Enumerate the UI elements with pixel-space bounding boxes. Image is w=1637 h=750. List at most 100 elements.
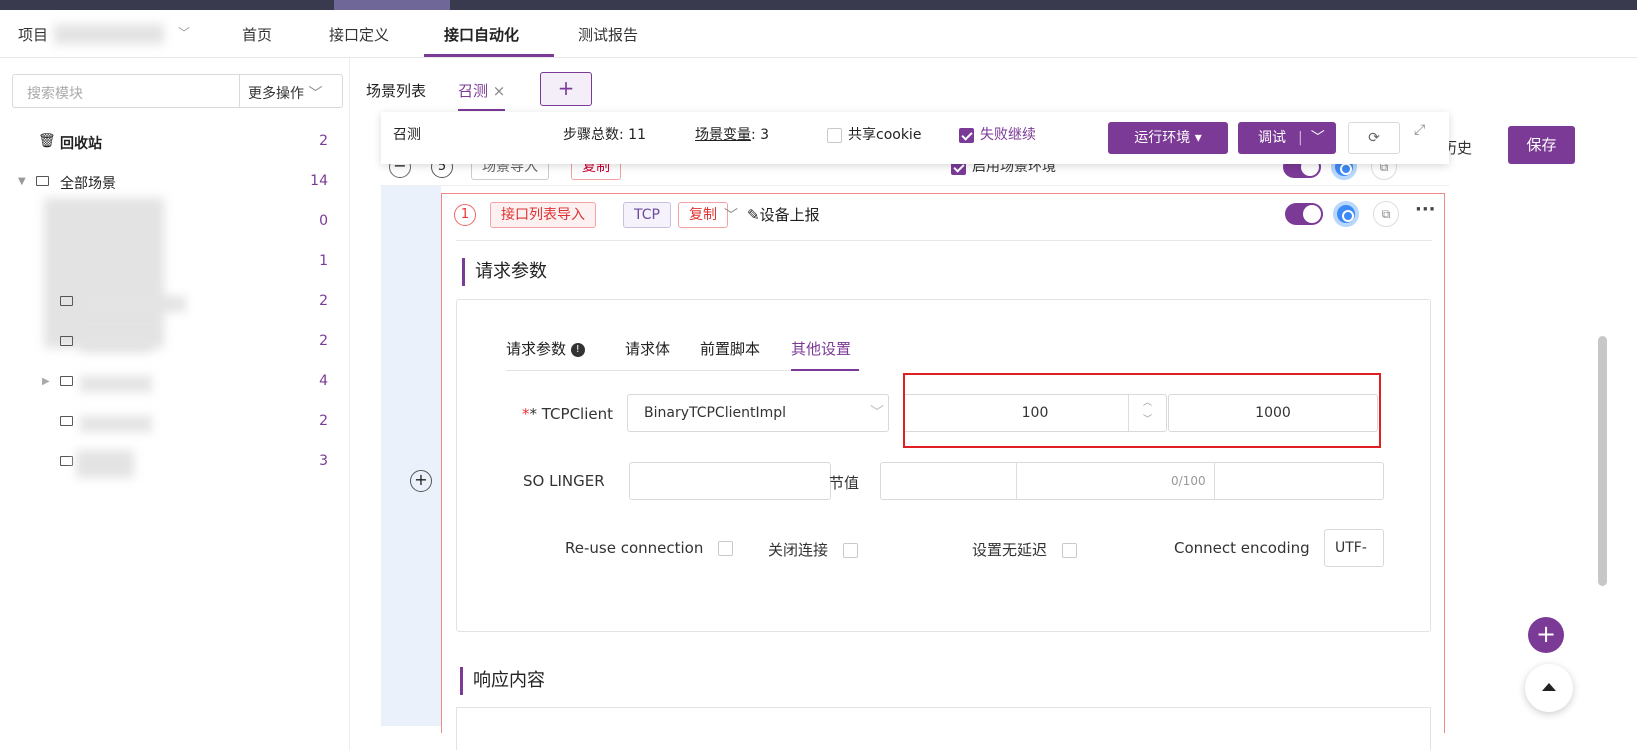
all-scenarios-label: 全部场景 [60,176,116,192]
step-name[interactable]: ✎设备上报 [747,204,820,225]
search-module-input[interactable]: 搜索模块 [12,74,240,108]
steps-total: 步骤总数: 11 [563,127,646,143]
tree-item[interactable]: 2 [0,328,350,358]
chevron-down-icon: ﹀ [308,86,323,102]
tcpclient-select[interactable]: BinaryTCPClientImpl ﹀ [627,394,889,432]
step-tag-copy: 复制 [678,202,728,228]
divider [456,240,1432,241]
nav-api-definition[interactable]: 接口定义 [329,24,389,45]
tree-item-count: 0 [319,213,328,229]
info-icon: ! [570,342,585,357]
scroll-top-button[interactable] [1525,664,1573,712]
save-button[interactable]: 保存 [1508,126,1575,164]
folder-icon [60,333,77,349]
tab-pre-script[interactable]: 前置脚本 [700,338,760,359]
response-panel [456,707,1431,750]
chevron-down-icon[interactable]: ﹀ [1311,130,1325,146]
folder-icon [60,413,77,429]
tree-item[interactable]: 2 [0,408,350,438]
copy-icon[interactable]: ⧉ [1373,201,1399,227]
close-icon[interactable]: × [493,82,506,100]
run-step-icon[interactable] [1333,201,1359,227]
response-title: 响应内容 [460,667,545,695]
tab-request-params[interactable]: 请求参数 ! [506,338,585,359]
tab-label: 请求参数 [506,340,567,358]
more-actions-label: 更多操作 [248,86,304,102]
scenario-header-card: 召测 步骤总数: 11 场景变量: 3 共享cookie 失败继续 运行环境 ▾… [381,112,1449,164]
module-sidebar: 搜索模块 更多操作 ﹀ 🗑 回收站 2 ▼ 全部场景 14 0 1 2 2 ▶ … [0,58,350,750]
tree-item[interactable]: 0 [0,208,350,238]
so-linger-label: SO LINGER [523,472,605,490]
reuse-connection-checkbox[interactable]: Re-use connection [565,539,739,557]
chevron-down-icon[interactable]: ﹀ [178,24,190,41]
refresh-button[interactable]: ⟳ [1348,122,1400,154]
step-tag-import: 接口列表导入 [490,202,596,228]
top-nav: 项目 ﹀ 首页 接口定义 接口自动化 测试报告 [0,10,1637,58]
tree-item-count: 2 [319,293,328,309]
close-connection-checkbox[interactable]: 关闭连接 [768,539,864,560]
trash-icon: 🗑 [38,133,56,149]
caret-right-icon[interactable]: ▶ [42,376,50,387]
tree-item-count: 4 [319,373,328,389]
end-char-input[interactable]: 0/100 [880,462,1384,500]
run-env-button[interactable]: 运行环境 ▾ [1108,122,1228,154]
close-conn-label: 关闭连接 [768,541,829,559]
scenario-vars-count: : 3 [751,127,770,143]
so-linger-input[interactable] [629,462,831,500]
nav-test-report[interactable]: 测试报告 [578,24,638,45]
fullscreen-icon[interactable]: ⤢ [1414,122,1425,138]
tab-other-settings[interactable]: 其他设置 [791,338,851,359]
add-tab-button[interactable]: + [540,72,592,106]
share-cookie-label: 共享cookie [848,127,922,143]
encoding-label: Connect encoding [1174,539,1310,557]
nav-home[interactable]: 首页 [242,24,272,45]
tree-item-all[interactable]: ▼ 全部场景 14 [0,168,350,198]
scenario-vars[interactable]: 场景变量: 3 [695,124,769,144]
all-scenarios-count: 14 [310,173,328,189]
edit-icon: ✎ [747,206,760,224]
tcpclient-label: ** TCPClient [522,405,613,423]
more-icon[interactable]: ··· [1415,199,1436,220]
step-indent-band [381,186,441,726]
project-selector[interactable]: 项目 [18,24,48,45]
folder-icon [60,453,77,469]
debug-button[interactable]: 调试 | ﹀ [1238,122,1336,154]
tree-item[interactable]: 3 [0,448,350,478]
tab-current-label: 召测 [458,82,489,100]
tree-item-count: 2 [319,333,328,349]
recycle-count: 2 [319,133,328,149]
app-topbar [0,0,1637,10]
enable-toggle[interactable] [1285,203,1323,225]
tab-active-underline [791,369,859,371]
no-delay-checkbox[interactable]: 设置无延迟 [972,539,1083,560]
tree-item[interactable]: ▶ 4 [0,368,350,398]
tree-label-blurred [76,450,134,478]
add-step-icon[interactable]: + [410,470,432,492]
tcpclient-label-text: * TCPClient [529,405,614,423]
fail-continue-label: 失败继续 [980,127,1036,143]
more-actions-dropdown[interactable]: 更多操作 ﹀ [239,74,343,108]
chevron-down-icon[interactable]: ﹀ [724,205,738,225]
scenario-name: 召测 [393,127,421,143]
tab-request-body[interactable]: 请求体 [625,338,670,359]
tree-item-recycle[interactable]: 🗑 回收站 2 [0,128,350,158]
folder-icon [36,173,53,189]
step-index: 1 [454,204,476,226]
tab-current[interactable]: 召测 × [458,80,506,111]
encoding-input[interactable]: UTF-8 [1324,529,1384,567]
fail-continue-checkbox[interactable]: 失败继续 [959,124,1036,144]
share-cookie-checkbox[interactable]: 共享cookie [827,124,921,144]
tree-label-blurred [80,336,152,352]
tree-item[interactable]: 2 [0,288,350,318]
step-name-label: 设备上报 [759,206,820,224]
scrollbar[interactable] [1598,336,1607,586]
tree-item[interactable]: 1 [0,248,350,278]
tab-scenario-list[interactable]: 场景列表 [366,80,426,101]
nav-active-underline [424,54,554,57]
folder-icon [60,293,77,309]
add-floating-button[interactable]: + [1528,617,1564,653]
tree-item-count: 1 [319,253,328,269]
scenario-vars-link[interactable]: 场景变量 [695,127,751,143]
nav-api-automation[interactable]: 接口自动化 [444,24,519,45]
tcpclient-value: BinaryTCPClientImpl [644,405,787,421]
